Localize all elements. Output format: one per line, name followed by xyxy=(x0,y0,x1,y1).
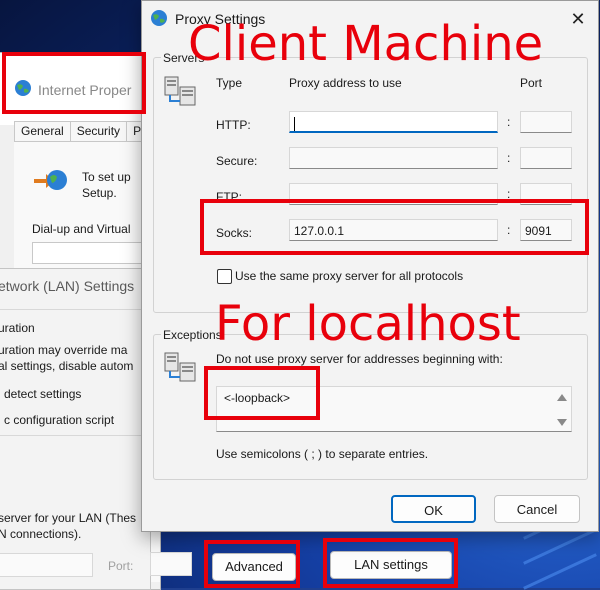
cancel-button[interactable]: Cancel xyxy=(494,495,580,523)
annotation-box-socks xyxy=(200,199,589,255)
same-proxy-checkbox[interactable] xyxy=(217,269,232,284)
divider xyxy=(0,435,150,436)
annotation-for-localhost: For localhost xyxy=(215,296,521,352)
address-column-header: Proxy address to use xyxy=(289,76,402,90)
close-icon[interactable]: ✕ xyxy=(566,7,590,31)
same-proxy-label[interactable]: Use the same proxy server for all protoc… xyxy=(235,269,463,283)
tab-security[interactable]: Security xyxy=(69,121,128,141)
annotation-box-loopback xyxy=(204,366,320,420)
annotation-box-lan-settings xyxy=(323,538,458,588)
lan-text-line: N connections). xyxy=(0,527,82,541)
text-caret xyxy=(294,116,295,131)
lan-settings-title: etwork (LAN) Settings xyxy=(0,278,135,294)
http-address-input[interactable] xyxy=(289,111,498,133)
globe-icon xyxy=(151,10,167,26)
lan-proxy-address-input[interactable] xyxy=(0,553,93,577)
type-column-header: Type xyxy=(216,76,243,90)
port-column-header: Port xyxy=(520,76,543,90)
scroll-up-arrow-icon[interactable] xyxy=(557,394,567,401)
lan-settings-window: etwork (LAN) Settings uration uration ma… xyxy=(0,268,151,590)
proxy-settings-window: Proxy Settings ✕ Servers Type Proxy addr… xyxy=(141,0,599,532)
lan-text-line: uration xyxy=(0,321,35,335)
annotation-box-advanced xyxy=(204,540,300,588)
auto-detect-settings-label[interactable]: detect settings xyxy=(4,387,81,401)
lan-text-line: al settings, disable autom xyxy=(0,359,134,373)
secure-port-input[interactable] xyxy=(520,147,572,169)
http-port-input[interactable] xyxy=(520,111,572,133)
network-setup-icon xyxy=(34,170,67,190)
tab-strip: General Security P xyxy=(14,121,149,141)
scroll-down-arrow-icon[interactable] xyxy=(557,419,567,426)
colon-separator: : xyxy=(507,115,511,129)
lan-text-line: server for your LAN (Thes xyxy=(0,511,137,525)
dialup-label: Dial-up and Virtual xyxy=(32,222,131,236)
http-label: HTTP: xyxy=(216,118,251,132)
colon-separator: : xyxy=(507,151,511,165)
setup-text-content: To set up Setup. xyxy=(82,170,131,200)
exceptions-instruction: Do not use proxy server for addresses be… xyxy=(216,352,503,366)
secure-address-input[interactable] xyxy=(289,147,498,169)
tab-general[interactable]: General xyxy=(14,121,71,141)
lan-port-label: Port: xyxy=(108,559,134,573)
annotation-box-internet-properties xyxy=(2,52,146,114)
auto-config-script-label[interactable]: c configuration script xyxy=(4,413,114,427)
lan-port-input[interactable] xyxy=(150,552,192,576)
lan-text-line: uration may override ma xyxy=(0,343,128,357)
divider xyxy=(0,309,150,310)
exceptions-icon xyxy=(164,352,196,382)
secure-label: Secure: xyxy=(216,154,258,168)
proxy-server-icon xyxy=(164,76,196,106)
ok-button[interactable]: OK xyxy=(391,495,476,523)
annotation-client-machine: Client Machine xyxy=(188,16,544,72)
exceptions-note: Use semicolons ( ; ) to separate entries… xyxy=(216,447,429,461)
